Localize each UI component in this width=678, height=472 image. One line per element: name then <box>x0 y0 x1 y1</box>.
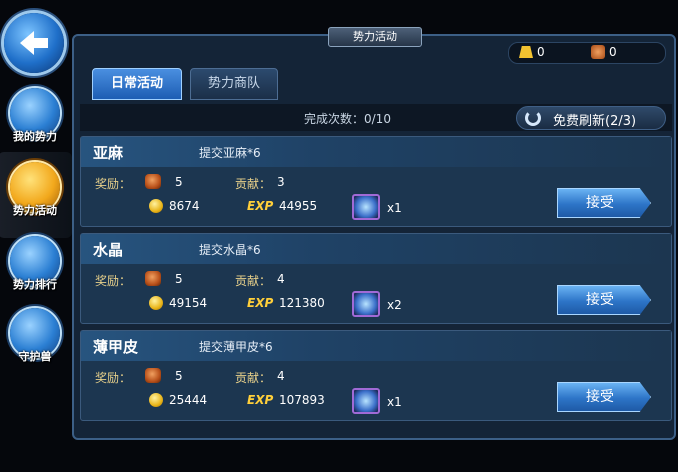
reward-label: 奖励： <box>95 274 132 288</box>
task-requirement: 提交亚麻*6 <box>199 146 261 160</box>
sidebar-item-label: 势力活动 <box>13 204 57 217</box>
coin-amount: 25444 <box>169 393 208 407</box>
sidebar-item-faction-ranking[interactable]: 势力排行 <box>2 234 68 302</box>
item-bag-icon <box>145 271 161 286</box>
item-bag-icon <box>145 368 161 383</box>
reward-bag-count: 5 <box>175 272 183 286</box>
accept-button[interactable]: 接受 <box>557 285 651 315</box>
exp-icon: EXP <box>247 199 274 213</box>
item-quantity: x1 <box>387 201 402 215</box>
accept-button[interactable]: 接受 <box>557 188 651 218</box>
gold-bar-icon <box>519 46 533 58</box>
contribution-label: 贡献： <box>235 274 272 288</box>
task-requirement: 提交水晶*6 <box>199 243 261 257</box>
sidebar-item-label: 我的势力 <box>13 130 57 143</box>
exp-amount: 44955 <box>279 199 318 213</box>
item-bag-icon <box>145 174 161 189</box>
contribution-label: 贡献： <box>235 177 272 191</box>
back-button[interactable] <box>4 13 64 73</box>
accept-button[interactable]: 接受 <box>557 382 651 412</box>
sidebar-item-my-faction[interactable]: 我的势力 <box>2 86 68 154</box>
sidebar-item-faction-activity[interactable]: 势力活动 <box>0 152 72 238</box>
exp-amount: 107893 <box>279 393 325 407</box>
completion-count: 完成次数：0/10 <box>304 112 391 126</box>
item-quantity: x1 <box>387 395 402 409</box>
item-bag-icon <box>591 45 605 59</box>
coin-icon <box>149 393 163 407</box>
sidebar-item-guardian-beast[interactable]: 守护兽 <box>2 306 68 374</box>
item-bag-count: 0 <box>609 45 617 59</box>
resource-bar: 0 0 <box>508 42 666 64</box>
tab-daily-activity[interactable]: 日常活动 <box>92 68 182 100</box>
gold-bar-count: 0 <box>537 45 545 59</box>
task-name: 水晶 <box>93 241 124 259</box>
task-name: 亚麻 <box>93 144 124 162</box>
back-arrow-icon <box>20 31 48 55</box>
task-requirement: 提交薄甲皮*6 <box>199 340 273 354</box>
coin-icon <box>149 296 163 310</box>
exp-amount: 121380 <box>279 296 325 310</box>
free-refresh-button[interactable]: 免费刷新(2/3) <box>516 106 666 130</box>
exp-icon: EXP <box>247 296 274 310</box>
panel-title: 势力活动 <box>328 27 422 47</box>
task-card: 薄甲皮 提交薄甲皮*6 奖励： 5 贡献： 4 25444 EXP 107893… <box>80 330 672 421</box>
reward-label: 奖励： <box>95 371 132 385</box>
coin-amount: 49154 <box>169 296 208 310</box>
reward-item-icon[interactable] <box>352 388 380 414</box>
tab-faction-caravan[interactable]: 势力商队 <box>190 68 278 100</box>
exp-icon: EXP <box>247 393 274 407</box>
contribution-label: 贡献： <box>235 371 272 385</box>
task-card: 水晶 提交水晶*6 奖励： 5 贡献： 4 49154 EXP 121380 x… <box>80 233 672 324</box>
contribution-value: 3 <box>277 175 285 189</box>
coin-icon <box>149 199 163 213</box>
task-card-header <box>81 137 671 167</box>
task-card-header <box>81 234 671 264</box>
sidebar-item-label: 守护兽 <box>18 350 52 363</box>
task-name: 薄甲皮 <box>93 338 139 356</box>
refresh-label: 免费刷新(2/3) <box>553 114 637 129</box>
item-quantity: x2 <box>387 298 402 312</box>
coin-amount: 8674 <box>169 199 200 213</box>
task-card-header <box>81 331 671 361</box>
contribution-value: 4 <box>277 369 285 383</box>
reward-item-icon[interactable] <box>352 194 380 220</box>
reward-bag-count: 5 <box>175 175 183 189</box>
refresh-icon <box>525 110 541 126</box>
reward-item-icon[interactable] <box>352 291 380 317</box>
reward-label: 奖励： <box>95 177 132 191</box>
reward-bag-count: 5 <box>175 369 183 383</box>
task-card: 亚麻 提交亚麻*6 奖励： 5 贡献： 3 8674 EXP 44955 x1 … <box>80 136 672 227</box>
contribution-value: 4 <box>277 272 285 286</box>
sidebar-item-label: 势力排行 <box>13 278 57 291</box>
